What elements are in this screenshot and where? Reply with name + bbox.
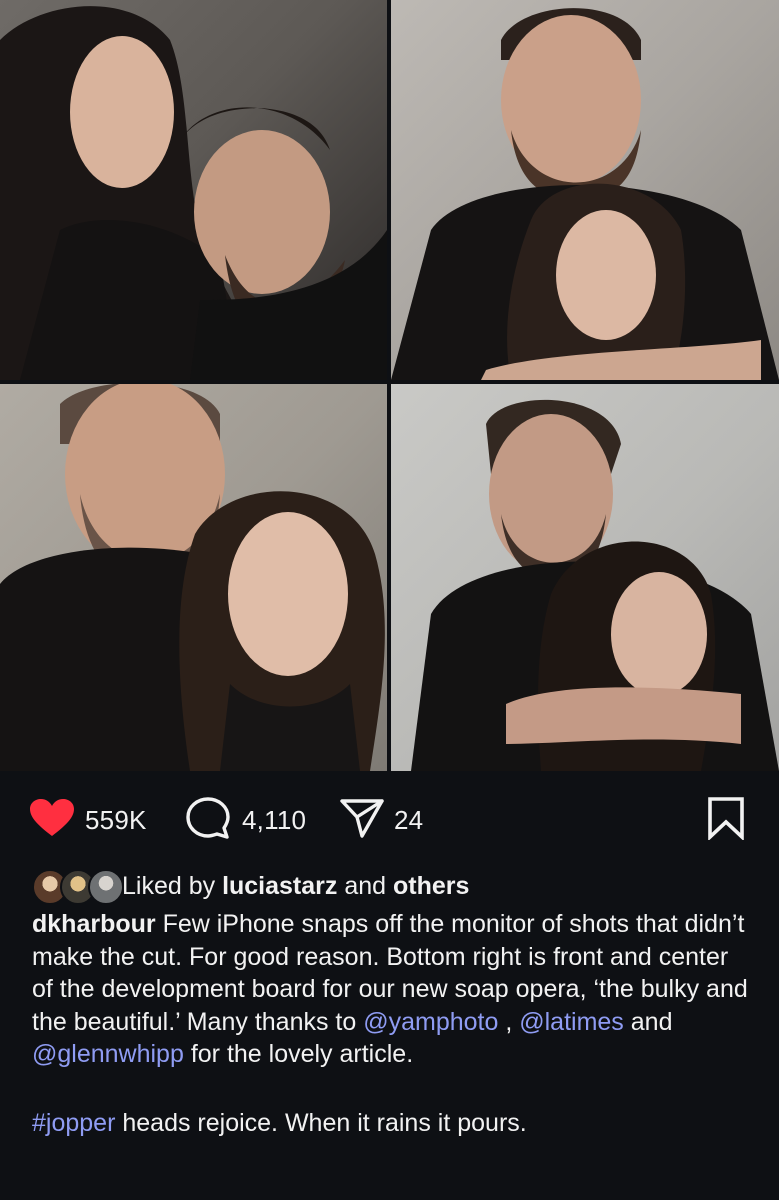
post-action-bar: 559K 4,110 24 xyxy=(0,790,779,850)
shares-count: 24 xyxy=(394,804,424,835)
comment-action: 4,110 xyxy=(186,790,306,850)
like-action: 559K xyxy=(29,790,147,850)
photo-bottom-right[interactable] xyxy=(391,384,779,771)
liked-by-prefix: Liked by xyxy=(122,871,223,900)
send-icon[interactable] xyxy=(340,797,384,844)
comments-count: 4,110 xyxy=(242,804,307,835)
caption-paragraph: dkharbour Few iPhone snaps off the monit… xyxy=(32,908,752,1071)
liked-by-row[interactable]: Liked by luciastarz and others xyxy=(32,866,469,906)
photo-top-left[interactable] xyxy=(0,0,387,380)
hashtag-jopper[interactable]: #jopper xyxy=(32,1109,115,1137)
caption-separator: , xyxy=(498,1007,520,1036)
bookmark-icon[interactable] xyxy=(706,796,746,845)
liked-by-username[interactable]: luciastarz xyxy=(222,872,337,900)
post-caption: dkharbour Few iPhone snaps off the monit… xyxy=(32,908,752,1139)
comment-icon[interactable] xyxy=(186,796,232,845)
heart-icon[interactable] xyxy=(29,798,75,843)
caption-text: for the lovely article. xyxy=(183,1040,414,1068)
caption-separator: and xyxy=(623,1007,673,1036)
share-action: 24 xyxy=(340,790,423,850)
liked-by-and: and xyxy=(337,871,394,900)
liker-avatars xyxy=(32,868,124,905)
caption-username[interactable]: dkharbour xyxy=(32,910,156,938)
mention-yamphoto[interactable]: @yamphoto xyxy=(363,1008,498,1036)
photo-bottom-left[interactable] xyxy=(0,384,387,771)
caption-paragraph: #jopper heads rejoice. When it rains it … xyxy=(32,1107,752,1140)
caption-text: heads rejoice. When it rains it pours. xyxy=(115,1108,527,1137)
photo-collage[interactable] xyxy=(0,0,779,771)
likes-count: 559K xyxy=(85,804,147,835)
photo-top-right[interactable] xyxy=(391,0,779,380)
avatar xyxy=(88,869,124,905)
liked-by-others[interactable]: others xyxy=(393,872,469,900)
liked-by-text: Liked by luciastarz and others xyxy=(122,872,469,901)
mention-latimes[interactable]: @latimes xyxy=(519,1008,624,1036)
mention-glennwhipp[interactable]: @glennwhipp xyxy=(32,1040,184,1068)
save-action xyxy=(706,790,746,850)
